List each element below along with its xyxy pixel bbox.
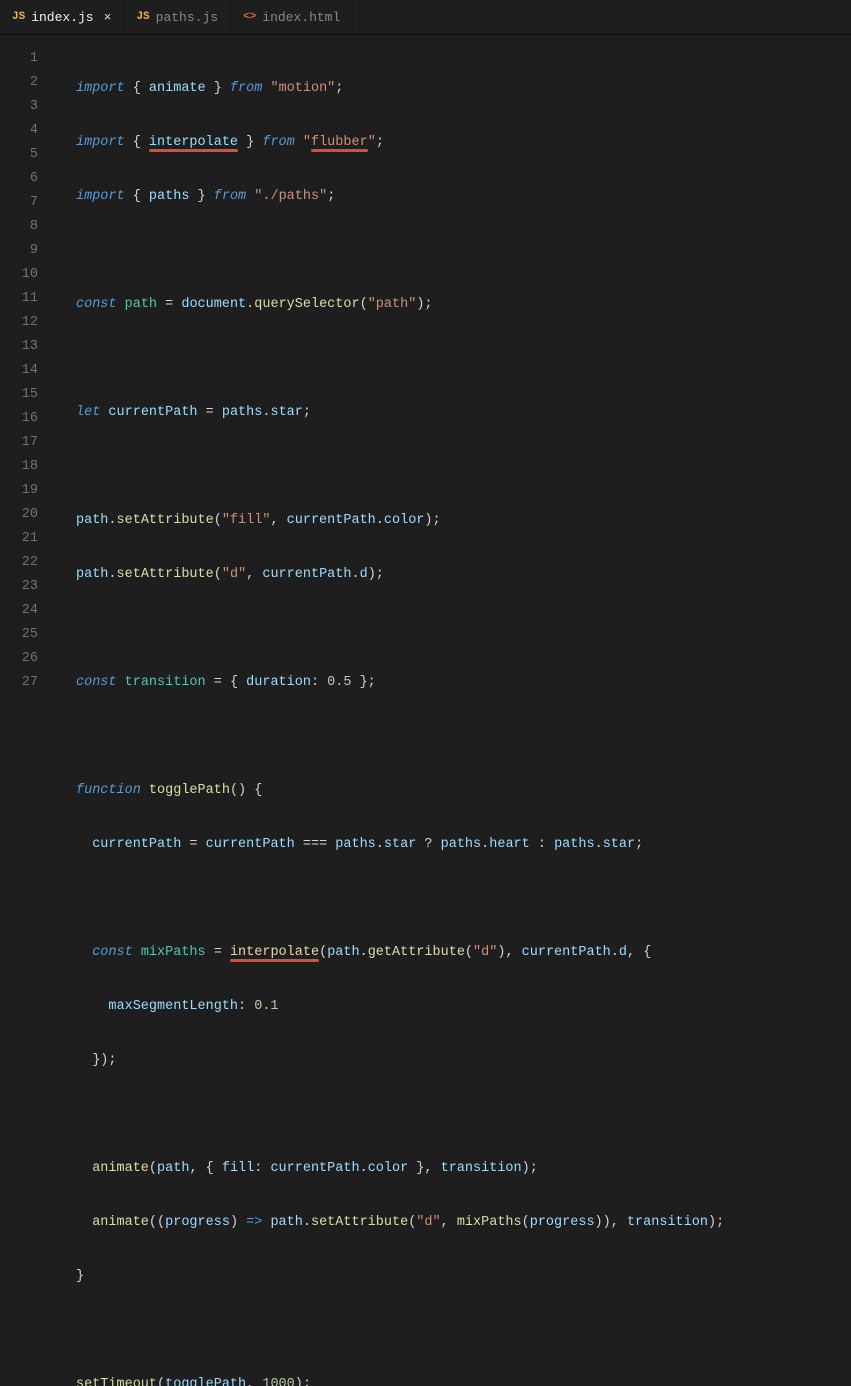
code-line	[58, 725, 851, 749]
line-number: 25	[0, 623, 58, 647]
underline-interpolate-call: interpolate	[230, 945, 319, 960]
line-number: 8	[0, 215, 58, 239]
line-number: 2	[0, 71, 58, 95]
code-line	[58, 1103, 851, 1127]
html-icon: <>	[243, 11, 256, 23]
tab-index-js[interactable]: JS index.js ×	[0, 0, 124, 34]
code-line: path.setAttribute("fill", currentPath.co…	[58, 509, 851, 533]
editor-tabs: JS index.js × JS paths.js <> index.html	[0, 0, 851, 35]
tab-index-html[interactable]: <> index.html	[231, 0, 353, 34]
line-number: 13	[0, 335, 58, 359]
code-line: import { interpolate } from "flubber";	[58, 131, 851, 155]
line-number: 11	[0, 287, 58, 311]
code-line	[58, 887, 851, 911]
code-line	[58, 347, 851, 371]
line-number: 7	[0, 191, 58, 215]
code-line: path.setAttribute("d", currentPath.d);	[58, 563, 851, 587]
line-number: 12	[0, 311, 58, 335]
underline-interpolate: interpolate	[149, 135, 238, 150]
tab-label: paths.js	[156, 10, 218, 25]
line-number: 10	[0, 263, 58, 287]
line-number: 23	[0, 575, 58, 599]
code-line	[58, 617, 851, 641]
code-line: animate((progress) => path.setAttribute(…	[58, 1211, 851, 1235]
line-number: 6	[0, 167, 58, 191]
line-number: 18	[0, 455, 58, 479]
code-line: import { paths } from "./paths";	[58, 185, 851, 209]
line-number: 27	[0, 671, 58, 695]
line-number: 17	[0, 431, 58, 455]
line-number: 19	[0, 479, 58, 503]
line-number: 5	[0, 143, 58, 167]
code-line: const transition = { duration: 0.5 };	[58, 671, 851, 695]
tab-label: index.html	[262, 10, 340, 25]
line-number: 22	[0, 551, 58, 575]
line-number: 20	[0, 503, 58, 527]
line-number: 16	[0, 407, 58, 431]
js-icon: JS	[12, 11, 25, 23]
tab-paths-js[interactable]: JS paths.js	[124, 0, 231, 34]
line-number: 1	[0, 47, 58, 71]
code-line: animate(path, { fill: currentPath.color …	[58, 1157, 851, 1181]
line-numbers: 1 2 3 4 5 6 7 8 9 10 11 12 13 14 15 16 1…	[0, 35, 58, 693]
code-line: currentPath = currentPath === paths.star…	[58, 833, 851, 857]
code-line: });	[58, 1049, 851, 1073]
code-line: }	[58, 1265, 851, 1289]
code-line: const path = document.querySelector("pat…	[58, 293, 851, 317]
code-content[interactable]: import { animate } from "motion"; import…	[58, 35, 851, 693]
line-number: 26	[0, 647, 58, 671]
line-number: 24	[0, 599, 58, 623]
underline-flubber: flubber	[311, 135, 368, 150]
code-line	[58, 1319, 851, 1343]
tab-label: index.js	[31, 10, 93, 25]
line-number: 4	[0, 119, 58, 143]
code-line: let currentPath = paths.star;	[58, 401, 851, 425]
line-number: 3	[0, 95, 58, 119]
code-line: maxSegmentLength: 0.1	[58, 995, 851, 1019]
js-icon: JS	[136, 11, 149, 23]
code-line	[58, 239, 851, 263]
code-line	[58, 455, 851, 479]
line-number: 15	[0, 383, 58, 407]
line-number: 14	[0, 359, 58, 383]
line-number: 9	[0, 239, 58, 263]
code-line: import { animate } from "motion";	[58, 77, 851, 101]
code-line: function togglePath() {	[58, 779, 851, 803]
editor-area[interactable]: 1 2 3 4 5 6 7 8 9 10 11 12 13 14 15 16 1…	[0, 35, 851, 693]
close-icon[interactable]: ×	[104, 10, 112, 25]
code-line: setTimeout(togglePath, 1000);	[58, 1373, 851, 1386]
code-line: const mixPaths = interpolate(path.getAtt…	[58, 941, 851, 965]
line-number: 21	[0, 527, 58, 551]
